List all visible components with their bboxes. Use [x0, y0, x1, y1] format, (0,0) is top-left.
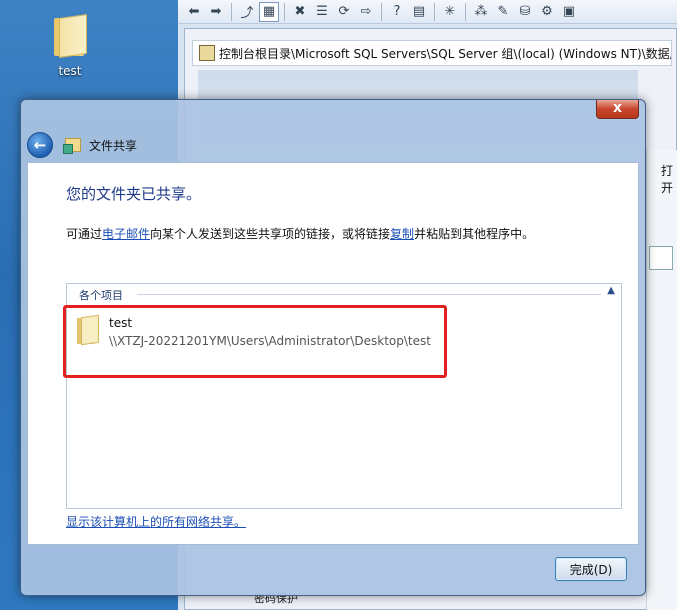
- desc-middle: 向某个人发送到这些共享项的链接，或将链接: [150, 227, 391, 241]
- items-header-label: 各个项目: [79, 289, 123, 302]
- back-button[interactable]: ←: [27, 132, 53, 158]
- edit-icon[interactable]: ✎: [493, 2, 513, 22]
- view-icon[interactable]: ▦: [259, 1, 279, 22]
- console-icon: [199, 45, 215, 61]
- export-icon[interactable]: ⇨: [356, 2, 376, 22]
- desktop-icon-label: test: [58, 64, 82, 78]
- file-sharing-dialog: x ← 文件共享 您的文件夹已共享。 可通过电子邮件向某个人发送到这些共享项的链…: [20, 99, 646, 596]
- items-group-header[interactable]: 各个项目 ▲: [67, 284, 621, 302]
- properties-icon[interactable]: ☰: [312, 2, 332, 22]
- description: 可通过电子邮件向某个人发送到这些共享项的链接，或将链接复制并粘贴到其他程序中。: [66, 225, 534, 242]
- back-arrow-icon[interactable]: ⬅: [184, 2, 204, 22]
- email-link[interactable]: 电子邮件: [102, 227, 150, 241]
- page-title: 您的文件夹已共享。: [66, 185, 202, 203]
- folder-tool-icon[interactable]: ▣: [559, 2, 579, 22]
- share-item-icon: [649, 246, 673, 270]
- close-button[interactable]: x: [596, 100, 639, 119]
- refresh-icon[interactable]: ⟳: [334, 2, 354, 22]
- up-folder-icon[interactable]: ⤴: [237, 2, 257, 22]
- wizard-icon[interactable]: ⁂: [471, 2, 491, 22]
- database-icon[interactable]: ⛁: [515, 2, 535, 22]
- forward-arrow-icon[interactable]: ➡: [206, 2, 226, 22]
- help-icon[interactable]: ?: [387, 2, 407, 22]
- settings-icon[interactable]: ⚙: [537, 2, 557, 22]
- chevron-up-icon[interactable]: ▲: [607, 285, 615, 296]
- delete-icon[interactable]: ✖: [290, 2, 310, 22]
- desc-prefix: 可通过: [66, 227, 103, 241]
- background-right-panel: 打开: [646, 150, 677, 610]
- window-icon[interactable]: ▤: [409, 2, 429, 22]
- dialog-title: 文件共享: [89, 138, 138, 153]
- open-label[interactable]: 打开: [661, 162, 677, 196]
- new-icon[interactable]: ✳: [440, 2, 460, 22]
- address-bar: 控制台根目录\Microsoft SQL Servers\SQL Server …: [192, 40, 672, 66]
- address-text: 控制台根目录\Microsoft SQL Servers\SQL Server …: [219, 46, 672, 61]
- copy-link[interactable]: 复制: [390, 227, 414, 241]
- show-all-shares-link[interactable]: 显示该计算机上的所有网络共享。: [66, 513, 246, 530]
- red-highlight-box: [63, 305, 447, 378]
- done-button[interactable]: 完成(D): [555, 557, 627, 581]
- desc-suffix: 并粘贴到其他程序中。: [414, 227, 535, 241]
- desktop-icon-test[interactable]: test: [40, 14, 100, 78]
- toolbar: ⬅ ➡ ⤴ ▦ ✖ ☰ ⟳ ⇨ ? ▤ ✳ ⁂ ✎ ⛁ ⚙ ▣: [178, 0, 677, 24]
- share-folder-icon: [63, 138, 81, 154]
- dialog-header: ← 文件共享: [27, 128, 137, 162]
- folder-icon: [52, 14, 88, 58]
